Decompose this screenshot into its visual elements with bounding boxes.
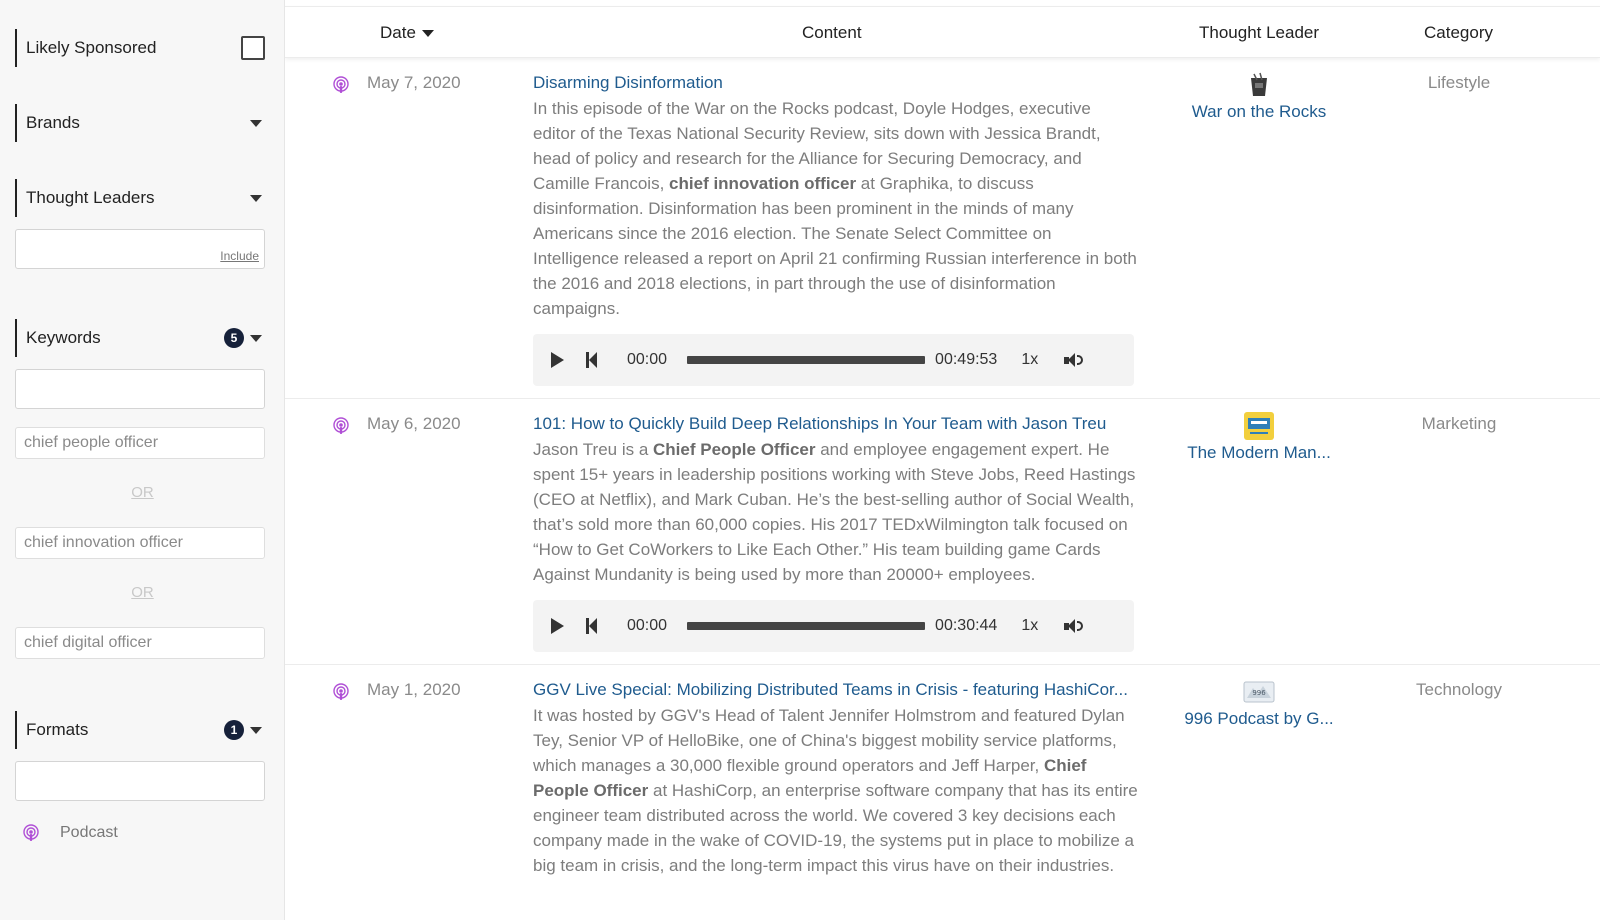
content-description: In this episode of the War on the Rocks … [533,96,1138,321]
leader-logo [1169,72,1349,98]
or-separator: OR [131,484,154,501]
or-separator: OR [131,584,154,601]
table-row: May 1, 2020 GGV Live Special: Mobilizing… [285,665,1600,920]
play-icon[interactable] [551,618,564,634]
desc-text: It was hosted by GGV's Head of Talent Je… [533,706,1125,775]
results-table: Date Content Thought Leader Category May… [285,0,1600,920]
column-header-thought-leader: Thought Leader [1199,23,1320,42]
content-title-link[interactable]: Disarming Disinformation [533,71,1138,95]
sort-down-icon [421,29,434,37]
column-header-category: Category [1424,23,1493,42]
podcast-cover-logo-icon: 996 [1243,681,1275,703]
keyword-chip[interactable]: chief people officer [15,427,265,459]
keyword-chip[interactable]: chief innovation officer [15,527,265,559]
leader-logo [1169,412,1349,440]
thought-leaders-label: Thought Leaders [26,188,155,207]
row-content: Disarming Disinformation In this episode… [533,71,1138,386]
player-current-time: 00:00 [627,351,668,368]
row-category: Marketing [1421,414,1497,433]
row-date: May 1, 2020 [367,680,461,699]
player-speed-button[interactable]: 1x [1021,351,1038,369]
keyword-chip[interactable]: chief digital officer [15,627,265,659]
player-progress-bar[interactable] [687,622,926,630]
audio-player: 00:00 00:49:53 1x [533,334,1134,386]
keywords-label: Keywords [26,328,101,347]
chevron-down-icon [250,726,262,734]
podcast-icon [333,76,349,93]
formats-filter-toggle[interactable]: Formats 1 [15,711,270,749]
podcast-cover-logo-icon [1244,412,1274,440]
column-header-date[interactable]: Date [380,23,442,43]
row-category: Lifestyle [1427,73,1491,92]
brands-label: Brands [26,113,80,132]
player-duration: 00:30:44 [935,617,998,634]
keywords-input[interactable] [15,369,265,409]
leader-logo: 996 [1169,679,1349,705]
table-row: May 7, 2020 Disarming Disinformation In … [285,58,1600,399]
play-icon[interactable] [551,352,564,368]
include-toggle[interactable]: Include [220,249,259,263]
chevron-down-icon [250,334,262,342]
thought-leader-link[interactable]: The Modern Man... [1169,443,1349,463]
thought-leaders-filter-toggle[interactable]: Thought Leaders [15,179,270,217]
content-description: It was hosted by GGV's Head of Talent Je… [533,703,1138,878]
player-current-time: 00:00 [627,617,668,634]
player-duration: 00:49:53 [935,351,998,368]
format-option-label: Podcast [60,824,118,841]
row-date: May 6, 2020 [367,414,461,433]
thought-leader: The Modern Man... [1169,412,1349,463]
desc-text: at Graphika, to discuss disinformation. … [533,174,1137,318]
row-content: GGV Live Special: Mobilizing Distributed… [533,678,1138,878]
desc-highlight: Chief People Officer [653,440,816,459]
thought-leaders-input[interactable]: Include [15,229,265,269]
rocks-glass-logo-icon [1251,72,1267,96]
content-title-link[interactable]: 101: How to Quickly Build Deep Relations… [533,412,1138,436]
table-header: Date Content Thought Leader Category [285,6,1600,58]
chevron-down-icon [250,194,262,202]
column-header-date-label: Date [380,23,416,42]
row-category: Technology [1415,680,1502,699]
row-content: 101: How to Quickly Build Deep Relations… [533,412,1138,652]
player-progress-bar[interactable] [687,356,926,364]
thought-leader: War on the Rocks [1169,72,1349,122]
desc-highlight: chief innovation officer [669,174,857,193]
audio-player: 00:00 00:30:44 1x [533,600,1134,652]
likely-sponsored-filter[interactable]: Likely Sponsored [15,29,270,67]
desc-text: Jason Treu is a [533,440,654,459]
volume-icon[interactable] [1064,619,1084,633]
formats-count-badge: 1 [224,720,244,740]
thought-leader-link[interactable]: 996 Podcast by G... [1169,709,1349,729]
filter-sidebar: Likely Sponsored Brands Thought Leaders … [0,0,285,920]
thought-leader-link[interactable]: War on the Rocks [1169,102,1349,122]
rewind-icon[interactable] [586,352,597,368]
podcast-icon [333,417,349,434]
keywords-filter-toggle[interactable]: Keywords 5 [15,319,270,357]
column-header-content: Content [802,23,862,42]
thought-leader: 996 996 Podcast by G... [1169,679,1349,729]
desc-text: and employee engagement expert. He spent… [533,440,1136,584]
rewind-icon[interactable] [586,618,597,634]
likely-sponsored-checkbox[interactable] [241,36,265,60]
row-date: May 7, 2020 [367,73,461,92]
keywords-count-badge: 5 [224,328,244,348]
format-option-podcast[interactable]: Podcast [22,824,118,842]
leader-logo-text: 996 [1252,689,1266,697]
volume-icon[interactable] [1064,353,1084,367]
player-speed-button[interactable]: 1x [1021,617,1038,635]
content-title-link[interactable]: GGV Live Special: Mobilizing Distributed… [533,678,1138,702]
formats-input[interactable] [15,761,265,801]
formats-label: Formats [26,720,89,739]
likely-sponsored-label: Likely Sponsored [26,38,157,57]
table-row: May 6, 2020 101: How to Quickly Build De… [285,399,1600,665]
content-description: Jason Treu is a Chief People Officer and… [533,437,1138,587]
podcast-icon [23,824,39,841]
brands-filter-toggle[interactable]: Brands [15,104,270,142]
chevron-down-icon [250,119,262,127]
podcast-icon [333,683,349,700]
